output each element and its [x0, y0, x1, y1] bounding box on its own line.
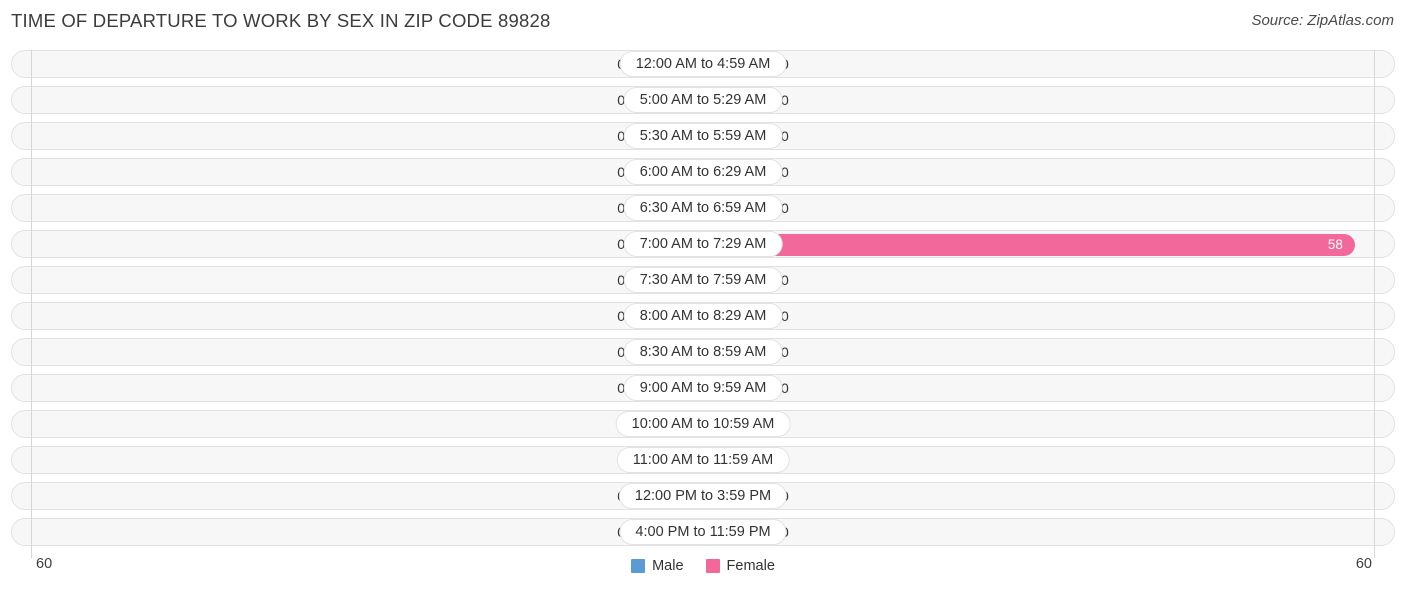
bar-row: 0012:00 PM to 3:59 PM	[11, 482, 1395, 510]
bar-track: 0 0 6:00 AM to 6:29 AM	[12, 159, 1394, 185]
category-label-pill: 6:30 AM to 6:59 AM	[623, 195, 783, 221]
chart-header: TIME OF DEPARTURE TO WORK BY SEX IN ZIP …	[0, 0, 1406, 44]
category-label-pill: 9:00 AM to 9:59 AM	[623, 375, 783, 401]
legend-item[interactable]: Female	[705, 558, 775, 574]
bar-row: 0010:00 AM to 10:59 AM	[11, 410, 1395, 438]
bar-row: 0 0 5:00 AM to 5:29 AM	[11, 86, 1395, 114]
bar-track: 0 0 5:30 AM to 5:59 AM	[12, 123, 1394, 149]
legend-swatch-icon	[631, 559, 646, 573]
bar-rows: 0012:00 AM to 4:59 AM 005:00 AM to 5:29 A…	[0, 50, 1406, 554]
category-label-pill: 4:00 PM to 11:59 PM	[619, 519, 787, 545]
bar-track: 0 0 6:30 AM to 6:59 AM	[12, 195, 1394, 221]
source-attribution: Source: ZipAtlas.com	[1251, 12, 1394, 29]
bar-track: 0012:00 PM to 3:59 PM	[12, 483, 1394, 509]
category-label-pill: 12:00 PM to 3:59 PM	[618, 483, 788, 509]
legend-swatch-icon	[705, 559, 720, 573]
legend-label: Female	[726, 558, 775, 574]
bar-track: 0 0 8:30 AM to 8:59 AM	[12, 339, 1394, 365]
bar-row: 004:00 PM to 11:59 PM	[11, 518, 1395, 546]
chart-page: TIME OF DEPARTURE TO WORK BY SEX IN ZIP …	[0, 0, 1406, 595]
category-label-pill: 7:00 AM to 7:29 AM	[623, 231, 783, 257]
category-label-pill: 8:30 AM to 8:59 AM	[623, 339, 783, 365]
bar-row: 0012:00 AM to 4:59 AM	[11, 50, 1395, 78]
category-label-pill: 7:30 AM to 7:59 AM	[623, 267, 783, 293]
bar-row: 58 0 7:00 AM to 7:29 AM	[11, 230, 1395, 258]
category-label-pill: 10:00 AM to 10:59 AM	[615, 411, 791, 437]
bar-track: 0 0 5:00 AM to 5:29 AM	[12, 87, 1394, 113]
bar-row: 0 0 7:30 AM to 7:59 AM	[11, 266, 1395, 294]
category-label-pill: 5:30 AM to 5:59 AM	[623, 123, 783, 149]
bar-row: 0 0 5:30 AM to 5:59 AM	[11, 122, 1395, 150]
bar-track: 0011:00 AM to 11:59 AM	[12, 447, 1394, 473]
bar-row: 0 0 6:30 AM to 6:59 AM	[11, 194, 1395, 222]
bar-track: 0 0 9:00 AM to 9:59 AM	[12, 375, 1394, 401]
bar-row: 0 0 8:00 AM to 8:29 AM	[11, 302, 1395, 330]
bar-track: 004:00 PM to 11:59 PM	[12, 519, 1394, 545]
category-label-pill: 11:00 AM to 11:59 AM	[616, 447, 790, 473]
category-label-pill: 5:00 AM to 5:29 AM	[623, 87, 783, 113]
bar-row: 0 0 6:00 AM to 6:29 AM	[11, 158, 1395, 186]
bar-track: 58 0 7:00 AM to 7:29 AM	[12, 231, 1394, 257]
bar-row: 0 0 8:30 AM to 8:59 AM	[11, 338, 1395, 366]
female-value-label: 58	[1327, 237, 1343, 252]
bar-track: 0010:00 AM to 10:59 AM	[12, 411, 1394, 437]
chart-plot-area: 0012:00 AM to 4:59 AM 005:00 AM to 5:29 A…	[0, 44, 1406, 558]
bar-track: 0012:00 AM to 4:59 AM	[12, 51, 1394, 77]
page-title: TIME OF DEPARTURE TO WORK BY SEX IN ZIP …	[11, 10, 551, 31]
category-label-pill: 8:00 AM to 8:29 AM	[623, 303, 783, 329]
category-label-pill: 12:00 AM to 4:59 AM	[619, 51, 787, 77]
bar-row: 0 0 9:00 AM to 9:59 AM	[11, 374, 1395, 402]
axis-gridline-left	[31, 50, 32, 558]
axis-gridline-right	[1374, 50, 1375, 558]
chart-legend: Male Female	[0, 558, 1406, 574]
bar-row: 0011:00 AM to 11:59 AM	[11, 446, 1395, 474]
legend-label: Male	[652, 558, 684, 574]
bar-track: 0 0 7:30 AM to 7:59 AM	[12, 267, 1394, 293]
bar-track: 0 0 8:00 AM to 8:29 AM	[12, 303, 1394, 329]
category-label-pill: 6:00 AM to 6:29 AM	[623, 159, 783, 185]
female-bar: 58	[703, 234, 1355, 256]
legend-item[interactable]: Male	[631, 558, 684, 574]
